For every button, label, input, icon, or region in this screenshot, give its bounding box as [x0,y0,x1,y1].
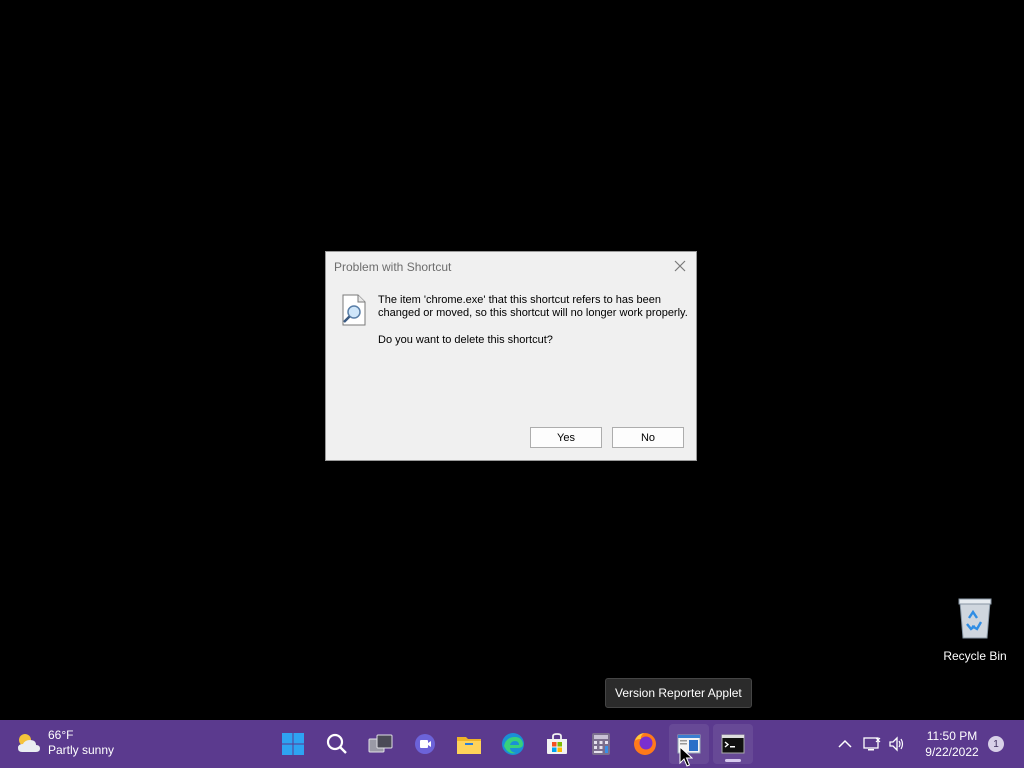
chat-button[interactable] [405,724,445,764]
store-icon [547,733,567,754]
file-explorer-icon [457,737,481,754]
close-icon [674,260,686,272]
terminal-button[interactable] [713,724,753,764]
start-button[interactable] [273,724,313,764]
edge-icon [502,733,524,755]
calculator-icon [592,733,610,755]
taskbar-tooltip: Version Reporter Applet [605,678,752,708]
no-button[interactable]: No [612,427,684,448]
calculator-button[interactable] [581,724,621,764]
file-explorer-button[interactable] [449,724,489,764]
weather-temp: 66°F [48,728,74,742]
recycle-bin[interactable]: Recycle Bin [940,596,1010,663]
close-button[interactable] [670,256,690,276]
document-search-icon [342,294,366,326]
volume-button[interactable] [886,720,908,768]
start-icon [282,733,304,755]
running-indicator [725,759,741,762]
search-icon [326,733,347,754]
weather-widget[interactable]: 66°F Partly sunny [16,728,114,758]
problem-with-shortcut-dialog: Problem with Shortcut The item 'chrome.e… [325,251,697,461]
clock[interactable]: 11:50 PM 9/22/2022 [916,728,988,760]
partly-sunny-icon [18,734,40,752]
clock-date: 9/22/2022 [925,745,979,759]
show-hidden-icons-button[interactable] [834,720,856,768]
terminal-icon [721,734,745,754]
taskbar: 66°F Partly sunny 11:50 PM 9/22/2022 1 [0,720,1024,768]
search-button[interactable] [317,724,357,764]
chat-icon [415,734,435,754]
weather-condition: Partly sunny [48,743,115,757]
chevron-up-icon [838,739,852,748]
recycle-bin-label: Recycle Bin [943,649,1007,663]
network-icon [863,737,881,751]
edge-button[interactable] [493,724,533,764]
recycle-bin-icon [958,598,992,639]
clock-time: 11:50 PM [926,729,978,743]
notification-badge[interactable]: 1 [988,736,1004,752]
dialog-message: The item 'chrome.exe' that this shortcut… [378,294,688,319]
volume-icon [889,736,904,752]
dialog-title: Problem with Shortcut [334,260,452,274]
firefox-icon [634,733,656,755]
store-button[interactable] [537,724,577,764]
firefox-button[interactable] [625,724,665,764]
mouse-cursor-icon [679,746,693,767]
dialog-question: Do you want to delete this shortcut? [378,334,553,346]
task-view-icon [368,734,393,753]
task-view-button[interactable] [361,724,401,764]
network-button[interactable] [860,720,884,768]
yes-button[interactable]: Yes [530,427,602,448]
